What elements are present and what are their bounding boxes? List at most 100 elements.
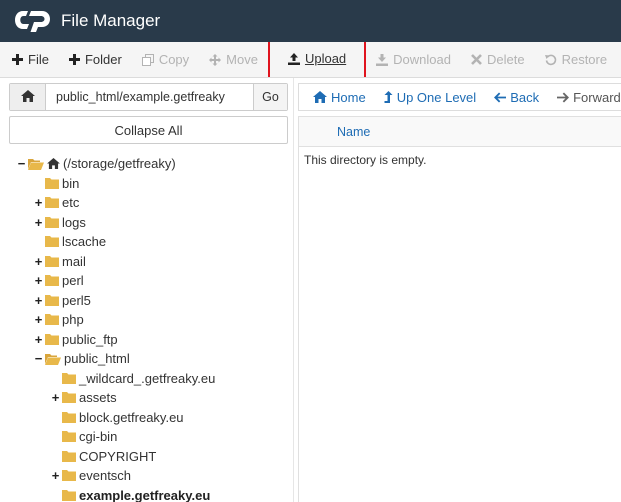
new-folder-label: Folder [84,52,122,67]
toolbar: File Folder Copy Move Upload Download De… [0,42,621,78]
tree-item-etc[interactable]: + etc [34,193,80,213]
delete-button[interactable]: Delete [461,42,535,77]
plus-icon [68,54,80,65]
collapse-all-button[interactable]: Collapse All [9,116,288,144]
folder-icon [62,411,76,423]
tree-item-perl[interactable]: + perl [34,271,84,291]
tree-item-cgi-bin[interactable]: cgi-bin [62,427,117,447]
folder-icon [62,470,76,482]
tree-item-label: perl [62,273,84,289]
copy-label: Copy [158,52,190,67]
folder-icon [45,216,59,228]
tree-item-label: perl5 [62,292,91,308]
back-button[interactable]: Back [485,84,548,110]
back-label: Back [510,89,540,105]
tree-item-lscache[interactable]: lscache [45,232,106,252]
folder-icon [62,372,76,384]
expand-toggle[interactable]: + [51,390,60,405]
tree-item-label: cgi-bin [79,429,118,445]
tree-item-label: bin [62,175,80,191]
expand-toggle[interactable]: + [34,195,43,210]
upload-button[interactable]: Upload [267,42,367,77]
go-button[interactable]: Go [253,84,287,110]
home-button[interactable] [10,84,46,110]
restore-button[interactable]: Restore [535,42,618,77]
delete-x-icon [471,54,482,65]
tree-item-public-html[interactable]: − public_html [34,349,130,369]
tree-item-label: (/storage/getfreaky) [63,156,176,172]
tree-item-label: public_ftp [62,331,118,347]
new-file-label: File [28,52,49,67]
tree-item-block[interactable]: block.getfreaky.eu [62,408,184,428]
empty-directory-message: This directory is empty. [304,153,427,167]
expand-toggle[interactable]: + [34,254,43,269]
tree-item-logs[interactable]: + logs [34,213,86,233]
plus-icon [12,54,23,65]
folder-open-icon [28,158,44,170]
tree-item-public-ftp[interactable]: + public_ftp [34,330,118,350]
expand-toggle[interactable]: + [34,215,43,230]
new-file-button[interactable]: File [0,42,59,77]
column-header-name[interactable]: Name [337,125,370,139]
tree-item-label: example.getfreaky.eu [79,487,211,502]
restore-label: Restore [561,52,608,67]
tree-item-eventsch[interactable]: + eventsch [51,466,131,486]
folder-icon [45,177,59,189]
tree-item-label: logs [62,214,86,230]
tree-item-label: etc [62,195,80,211]
folder-icon [45,236,59,248]
tree-item-label: _wildcard_.getfreaky.eu [79,370,216,386]
folder-icon [62,431,76,443]
new-folder-button[interactable]: Folder [59,42,132,77]
folder-icon [45,314,59,326]
folder-icon [62,450,76,462]
path-bar: Go [9,83,288,111]
tree-item-assets[interactable]: + assets [51,388,117,408]
navigation-bar: Home Up One Level Back Forward [298,83,621,111]
tree-item-wildcard[interactable]: _wildcard_.getfreaky.eu [62,369,215,389]
move-button[interactable]: Move [199,42,268,77]
folder-icon [62,392,76,404]
path-input[interactable] [46,84,253,110]
tree-item-root[interactable]: − (/storage/getfreaky) [17,154,176,174]
nav-home-button[interactable]: Home [299,84,375,110]
collapse-toggle[interactable]: − [34,351,43,366]
expand-toggle[interactable]: + [34,312,43,327]
tree-item-label: mail [62,253,86,269]
delete-label: Delete [487,52,525,67]
expand-toggle[interactable]: + [34,273,43,288]
expand-toggle[interactable]: + [34,332,43,347]
tree-item-label: php [62,312,84,328]
expand-toggle[interactable]: + [34,293,43,308]
tree-item-php[interactable]: + php [34,310,84,330]
folder-open-icon [45,353,61,365]
expand-toggle[interactable]: + [51,468,60,483]
home-icon [47,158,60,170]
tree-item-mail[interactable]: + mail [34,252,86,272]
folder-icon [45,197,59,209]
download-button[interactable]: Download [366,42,461,77]
home-icon [20,89,35,105]
file-list-header: Name [299,117,621,147]
tree-item-copyright[interactable]: COPYRIGHT [62,447,156,467]
forward-button[interactable]: Forward [548,84,621,110]
file-list-panel: Name This directory is empty. [298,116,621,502]
copy-icon [141,53,154,66]
tree-item-bin[interactable]: bin [45,174,79,194]
tree-item-label: block.getfreaky.eu [79,409,184,425]
tree-item-perl5[interactable]: + perl5 [34,291,91,311]
folder-icon [45,275,59,287]
folder-icon [62,489,76,501]
up-one-level-button[interactable]: Up One Level [375,84,486,110]
download-label: Download [393,52,451,67]
move-icon [209,53,222,66]
tree-item-example-current[interactable]: example.getfreaky.eu [62,486,210,502]
collapse-toggle[interactable]: − [17,156,26,171]
cpanel-logo[interactable] [14,8,54,34]
panel-divider[interactable] [293,78,294,502]
up-one-level-label: Up One Level [396,89,477,105]
copy-button[interactable]: Copy [132,42,199,77]
forward-label: Forward [573,89,621,105]
nav-home-label: Home [331,89,366,105]
arrow-right-icon [557,92,570,103]
